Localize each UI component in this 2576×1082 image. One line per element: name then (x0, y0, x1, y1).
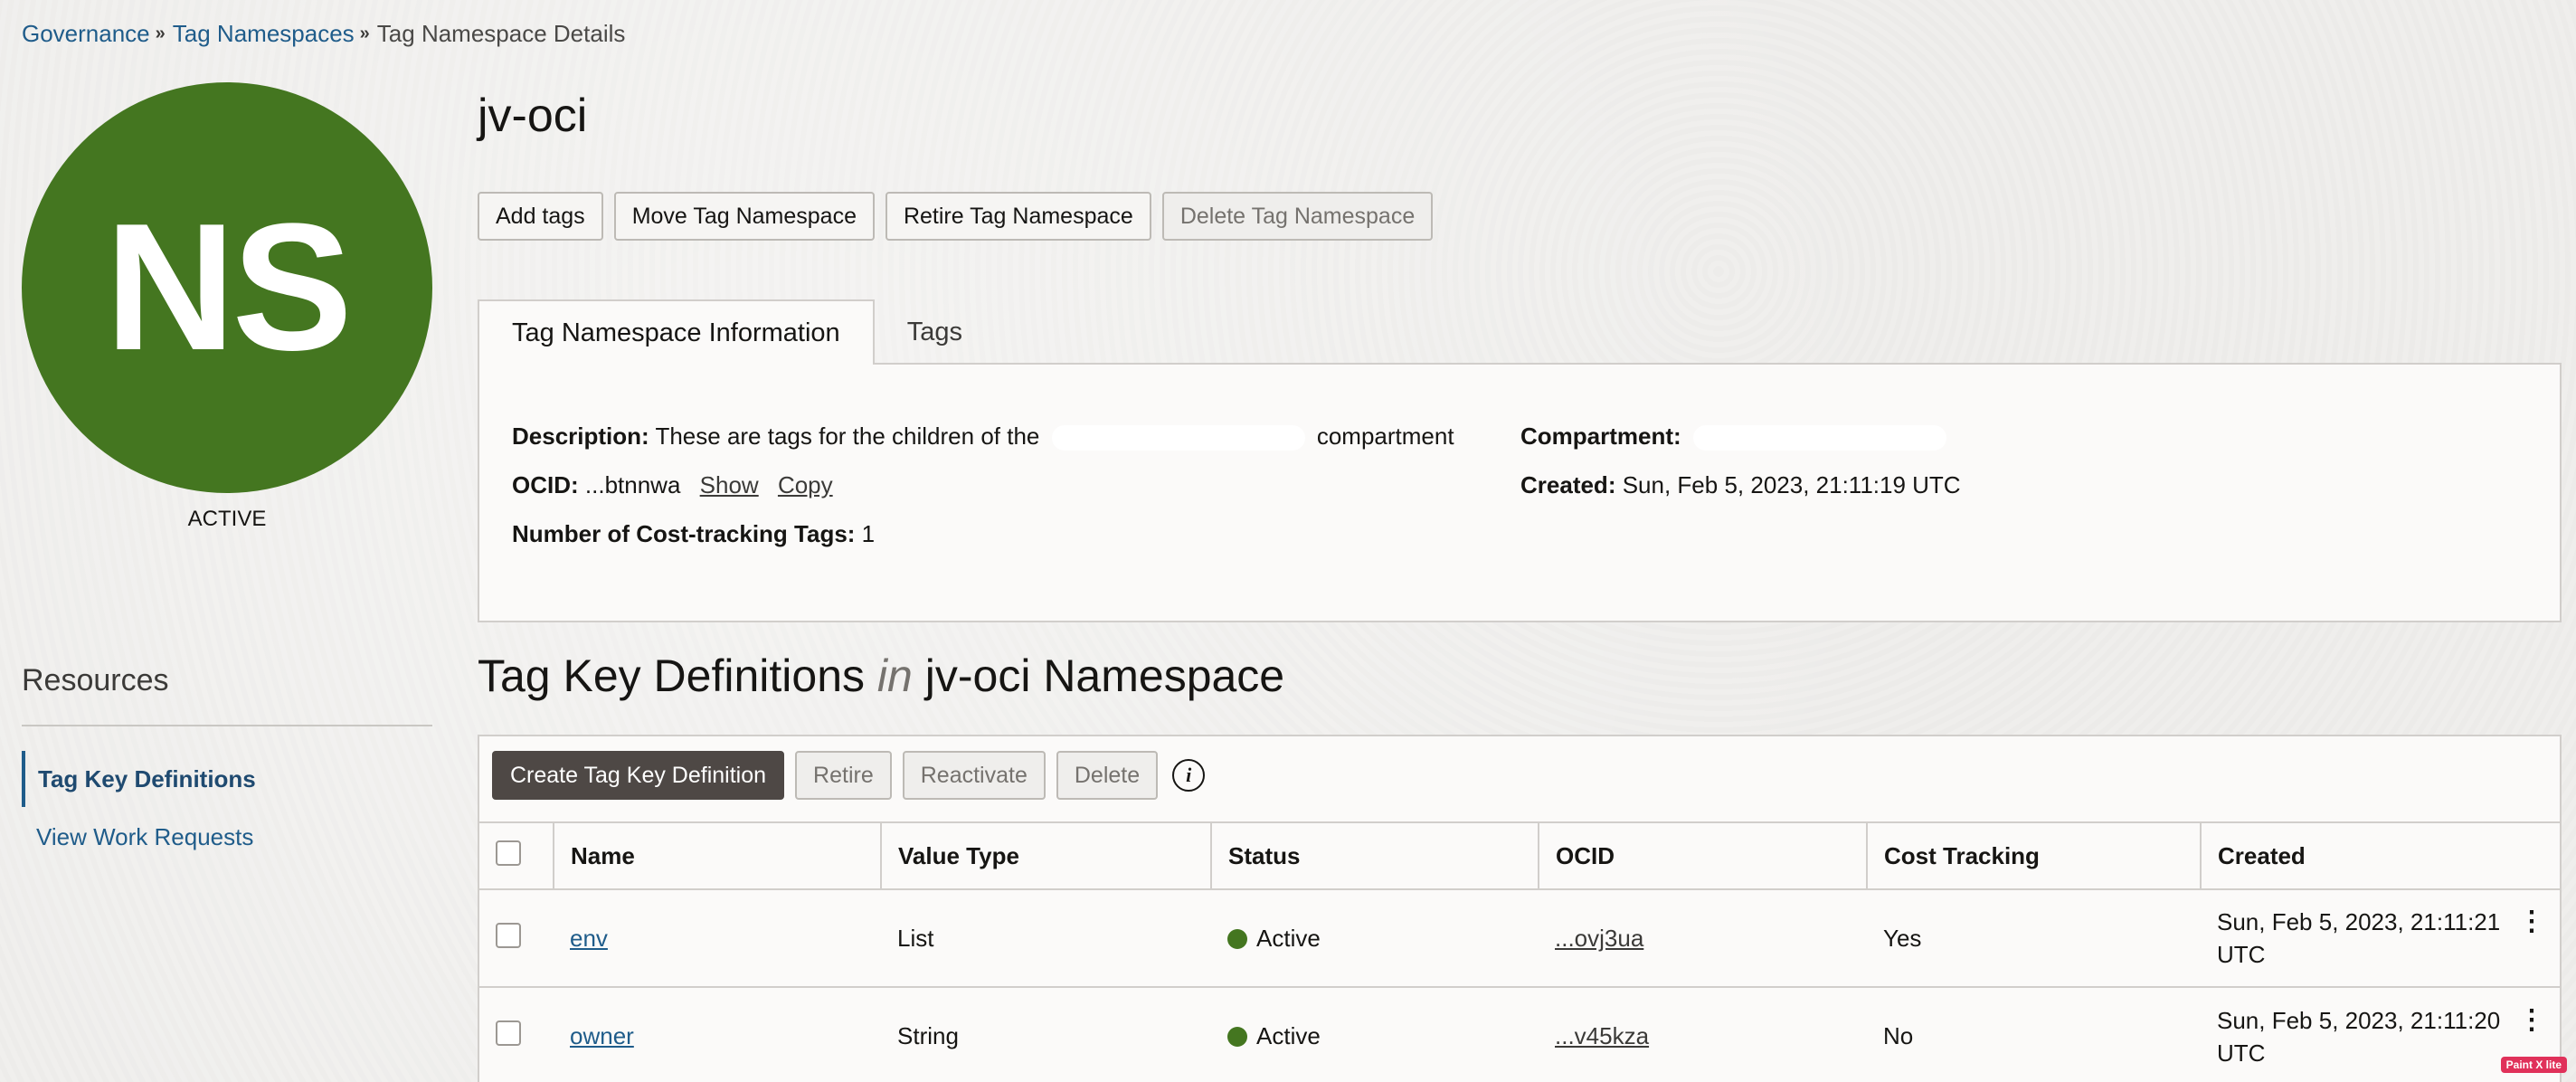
resources-title: Resources (22, 663, 169, 698)
row-select-cell (479, 888, 554, 987)
breadcrumb-separator-icon: » (155, 24, 166, 43)
section-title: Tag Key Definitions in jv-oci Namespace (478, 650, 1284, 702)
row-checkbox[interactable] (496, 1020, 521, 1046)
section-title-main: Tag Key Definitions (478, 650, 866, 701)
redacted-compartment-value (1692, 425, 1946, 451)
description-prefix: These are tags for the children of the (655, 422, 1040, 450)
select-all-checkbox[interactable] (496, 840, 521, 866)
status-active-icon (1227, 1027, 1247, 1047)
redacted-compartment-name (1051, 425, 1305, 451)
cost-tracking-label: Number of Cost-tracking Tags: (512, 520, 856, 547)
lifecycle-state: ACTIVE (187, 507, 267, 531)
created-text: Sun, Feb 5, 2023, 21:11:21 UTC (2217, 908, 2501, 968)
status-text: Active (1256, 1022, 1321, 1049)
row-checkbox[interactable] (496, 922, 521, 948)
tag-key-name-link[interactable]: env (570, 925, 608, 952)
create-tag-key-definition-button[interactable]: Create Tag Key Definition (492, 751, 785, 800)
description-suffix: compartment (1316, 422, 1454, 450)
info-icon[interactable]: i (1172, 759, 1206, 792)
breadcrumb-tag-namespaces[interactable]: Tag Namespaces (173, 20, 355, 48)
cost-tracking-value: 1 (861, 520, 876, 547)
name-cell: owner (554, 986, 881, 1082)
ocid-value: ...btnnwa (584, 471, 681, 498)
column-header-created[interactable]: Created (2200, 821, 2560, 889)
ocid-cell: ...ovj3ua (1539, 888, 1867, 987)
detail-tabs: Tag Namespace Information Tags (478, 299, 995, 365)
move-tag-namespace-button[interactable]: Move Tag Namespace (613, 192, 875, 241)
row-select-cell (479, 986, 554, 1082)
paint-x-lite-watermark: Paint X lite (2500, 1057, 2567, 1073)
compartment-label: Compartment: (1520, 422, 1681, 450)
ocid-cell: ...v45kza (1539, 986, 1867, 1082)
ocid-link[interactable]: ...ovj3ua (1555, 925, 1643, 952)
column-header-value-type[interactable]: Value Type (880, 821, 1211, 889)
action-bar: Add tags Move Tag Namespace Retire Tag N… (478, 192, 1434, 241)
cost-tracking-row: Number of Cost-tracking Tags: 1 (512, 520, 875, 548)
ocid-label: OCID: (512, 471, 579, 498)
table-row: env List Active ...ovj3ua Yes ⋮ Sun, Feb… (479, 888, 2560, 987)
add-tags-button[interactable]: Add tags (478, 192, 603, 241)
ocid-copy-link[interactable]: Copy (778, 471, 833, 498)
page-title: jv-oci (478, 90, 588, 142)
cost-tracking-cell: Yes (1867, 888, 2201, 987)
section-title-namespace: jv-oci Namespace (924, 650, 1285, 701)
created-label: Created: (1520, 471, 1616, 498)
created-value: Sun, Feb 5, 2023, 21:11:19 UTC (1622, 471, 1961, 498)
avatar-initials: NS (105, 186, 353, 388)
ocid-link[interactable]: ...v45kza (1555, 1022, 1649, 1049)
row-actions-kebab-icon[interactable]: ⋮ (2518, 1004, 2545, 1037)
description-row: Description: These are tags for the chil… (512, 422, 1454, 451)
section-title-in: in (876, 650, 913, 701)
table-header-row: Name Value Type Status OCID Cost Trackin… (479, 821, 2560, 889)
info-panel: Description: These are tags for the chil… (478, 363, 2562, 622)
breadcrumb-separator-icon: » (359, 24, 370, 43)
status-cell: Active (1211, 986, 1539, 1082)
compartment-row: Compartment: (1520, 422, 1952, 451)
retire-button[interactable]: Retire (795, 751, 892, 800)
table-toolbar: Create Tag Key Definition Retire Reactiv… (492, 751, 1206, 800)
breadcrumb: Governance » Tag Namespaces » Tag Namesp… (22, 20, 625, 48)
status-text: Active (1256, 924, 1321, 952)
ocid-row: OCID: ...btnnwa Show Copy (512, 471, 833, 499)
tab-label: Tags (906, 317, 962, 346)
tab-tag-namespace-information[interactable]: Tag Namespace Information (478, 299, 875, 365)
tab-tags[interactable]: Tags (875, 299, 995, 365)
created-cell: ⋮ Sun, Feb 5, 2023, 21:11:21 UTC (2201, 888, 2560, 987)
resources-divider (22, 725, 432, 726)
column-header-ocid[interactable]: OCID (1538, 821, 1867, 889)
description-label: Description: (512, 422, 649, 450)
cost-tracking-cell: No (1867, 986, 2201, 1082)
column-header-name[interactable]: Name (553, 821, 881, 889)
resource-item-view-work-requests[interactable]: View Work Requests (22, 809, 432, 865)
created-row: Created: Sun, Feb 5, 2023, 21:11:19 UTC (1520, 471, 1961, 499)
select-all-header (479, 821, 554, 889)
column-header-status[interactable]: Status (1210, 821, 1539, 889)
value-type-cell: String (881, 986, 1211, 1082)
status-cell: Active (1211, 888, 1539, 987)
name-cell: env (554, 888, 881, 987)
reactivate-button[interactable]: Reactivate (902, 751, 1046, 800)
tag-key-table-container: Create Tag Key Definition Retire Reactiv… (478, 735, 2562, 1082)
breadcrumb-governance[interactable]: Governance (22, 20, 150, 48)
resource-item-tag-key-definitions[interactable]: Tag Key Definitions (22, 751, 432, 807)
breadcrumb-current: Tag Namespace Details (376, 20, 626, 47)
value-type-cell: List (881, 888, 1211, 987)
column-header-cost-tracking[interactable]: Cost Tracking (1866, 821, 2201, 889)
tab-label: Tag Namespace Information (512, 318, 840, 347)
ocid-show-link[interactable]: Show (700, 471, 759, 498)
status-active-icon (1227, 928, 1247, 949)
delete-button[interactable]: Delete (1056, 751, 1159, 800)
tag-key-name-link[interactable]: owner (570, 1022, 634, 1049)
delete-tag-namespace-button[interactable]: Delete Tag Namespace (1161, 192, 1434, 241)
row-actions-kebab-icon[interactable]: ⋮ (2518, 906, 2545, 938)
table-row: owner String Active ...v45kza No ⋮ Sun, … (479, 986, 2560, 1082)
created-text: Sun, Feb 5, 2023, 21:11:20 UTC (2217, 1006, 2501, 1067)
resource-avatar: NS (22, 82, 432, 493)
retire-tag-namespace-button[interactable]: Retire Tag Namespace (885, 192, 1151, 241)
tag-key-table: Name Value Type Status OCID Cost Trackin… (479, 821, 2560, 1082)
